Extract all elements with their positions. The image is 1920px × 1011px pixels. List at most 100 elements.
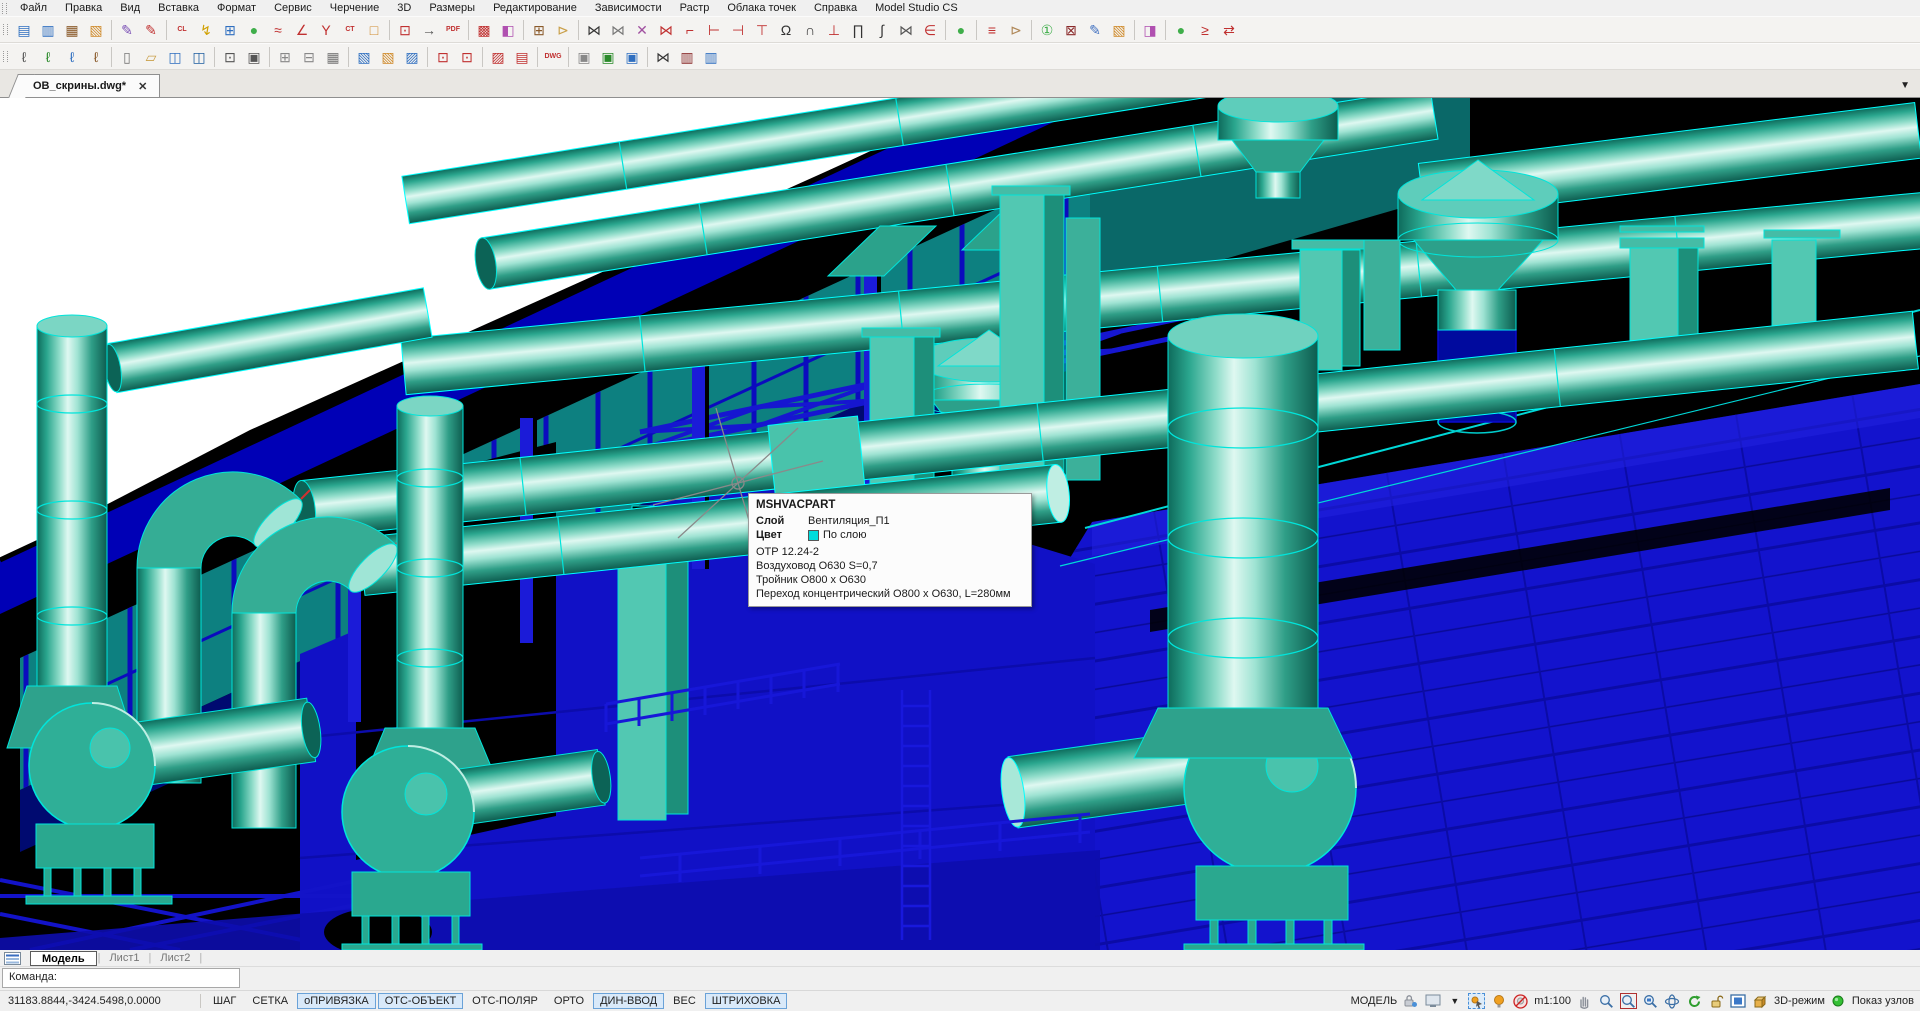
valve-insert-icon[interactable]: ⋈ [654,19,678,41]
save-all-icon[interactable]: ◫ [187,46,211,68]
pencil-blue-icon[interactable]: ✎ [1083,19,1107,41]
menu-item-view[interactable]: Вид [111,0,149,16]
show-nodes-icon[interactable] [1830,993,1847,1009]
image-green-icon[interactable]: ▣ [596,46,620,68]
portal-icon[interactable]: ∏ [846,19,870,41]
layout-tab-лист1[interactable]: Лист1 [101,951,147,966]
toolbar-grip[interactable] [2,3,7,14]
hanger-icon[interactable]: ⊥ [822,19,846,41]
menu-item-edit[interactable]: Правка [56,0,111,16]
xref-icon[interactable]: ⋈ [651,46,675,68]
brush-clear-icon[interactable]: ✎ [139,19,163,41]
menu-item-editing[interactable]: Редактирование [484,0,586,16]
scale-k3-icon[interactable]: ℓ [60,46,84,68]
clean-screen-icon[interactable] [1424,993,1441,1009]
column-m2-icon[interactable]: ▥ [699,46,723,68]
sheet-list-icon[interactable] [4,952,21,965]
copy-icon[interactable]: ⊞ [273,46,297,68]
image-blue-icon[interactable]: ▣ [620,46,644,68]
dn-set-icon[interactable]: ● [949,19,973,41]
tab-overflow-icon[interactable]: ▼ [1900,80,1910,91]
status-dropdown-icon[interactable]: ▼ [1446,993,1463,1009]
space-mode-label[interactable]: МОДЕЛЬ [1351,995,1398,1007]
scale-k2-icon[interactable]: ℓ [36,46,60,68]
arch-duct-icon[interactable]: ∩ [798,19,822,41]
viewport-frame-icon[interactable] [1730,993,1747,1009]
start-icon[interactable]: СТ [338,19,362,41]
palette-grad-icon[interactable]: ◨ [1138,19,1162,41]
tee-left-icon[interactable]: ⊣ [726,19,750,41]
toolbar-grip[interactable] [3,24,8,35]
scale-k4-icon[interactable]: ℓ [84,46,108,68]
level-down-icon[interactable]: ≥ [1193,19,1217,41]
dwg-ref-icon[interactable]: DWG [541,46,565,68]
status-toggle-опривязка[interactable]: оПРИВЯЗКА [297,993,376,1009]
command-input[interactable]: Команда: [2,968,240,988]
dwg-check-icon[interactable]: ▩ [472,19,496,41]
save-file-icon[interactable]: ◫ [163,46,187,68]
new-file-icon[interactable]: ▯ [115,46,139,68]
status-toggle-отс-поляр[interactable]: ОТС-ПОЛЯР [465,993,545,1009]
valve-flanged-icon[interactable]: ⋈ [606,19,630,41]
model-3d-icon[interactable]: ▧ [84,19,108,41]
regen-icon[interactable] [1686,993,1703,1009]
annotation-scale-label[interactable]: m1:100 [1534,995,1571,1007]
column-m1-icon[interactable]: ▥ [675,46,699,68]
mark-1-icon[interactable]: ① [1035,19,1059,41]
document-tab[interactable]: ОВ_скрины.dwg* ✕ [20,74,160,97]
menu-item-insert[interactable]: Вставка [149,0,208,16]
hand-apply-icon[interactable]: ⊳ [1004,19,1028,41]
image-attach-icon[interactable]: ▣ [572,46,596,68]
hatch-icon[interactable]: ▨ [486,46,510,68]
cl-marker-icon[interactable]: CL [170,19,194,41]
status-toggle-сетка[interactable]: СЕТКА [245,993,295,1009]
publish-icon[interactable]: ▣ [242,46,266,68]
scale-k1-icon[interactable]: ℓ [12,46,36,68]
pdf-export-icon[interactable]: PDF [441,19,465,41]
pipe-branch-icon[interactable]: Y [314,19,338,41]
close-icon[interactable]: ✕ [136,80,149,93]
hand-set-icon[interactable]: ⊳ [551,19,575,41]
swap-icon[interactable]: ⇄ [1217,19,1241,41]
zoom-window-icon[interactable] [1620,993,1637,1009]
menu-item-service[interactable]: Сервис [265,0,321,16]
toolbar-grip[interactable] [3,51,8,62]
view-red2-icon[interactable]: ⊡ [455,46,479,68]
show-nodes-label[interactable]: Показ узлов [1852,995,1914,1007]
bowtie-icon[interactable]: ⋈ [894,19,918,41]
menu-item-file[interactable]: Файл [11,0,56,16]
status-toggle-дин-ввод[interactable]: ДИН-ВВОД [593,993,664,1009]
box-copy-icon[interactable]: ▨ [400,46,424,68]
drawing-viewport[interactable]: MSHVACPART СлойВентиляция_П1ЦветПо слою … [0,98,1920,950]
branch-in-icon[interactable]: ∈ [918,19,942,41]
box-3d-icon[interactable] [1752,993,1769,1009]
valve-box-icon[interactable]: ⊠ [1059,19,1083,41]
view-red-icon[interactable]: ⊡ [431,46,455,68]
valve-cut-icon[interactable]: ✕ [630,19,654,41]
selection-cycling-icon[interactable] [1468,993,1485,1009]
status-toggle-штриховка[interactable]: ШТРИХОВКА [705,993,788,1009]
box-3d-icon[interactable]: ▧ [376,46,400,68]
open-file-icon[interactable]: ▱ [139,46,163,68]
valve-icon[interactable]: ⋈ [582,19,606,41]
monitor-frame-icon[interactable]: ⊡ [393,19,417,41]
menu-item-constraints[interactable]: Зависимости [586,0,671,16]
axes-table-icon[interactable]: ⊞ [527,19,551,41]
elbow-icon[interactable]: ⌐ [678,19,702,41]
lamp-off-icon[interactable] [1512,993,1529,1009]
loop-icon[interactable]: Ω [774,19,798,41]
menu-item-format[interactable]: Формат [208,0,265,16]
paste-icon[interactable]: ⊟ [297,46,321,68]
mode-3d-label[interactable]: 3D-режим [1774,995,1825,1007]
object-props-icon[interactable]: ▤ [12,19,36,41]
fitting-line-icon[interactable]: ≡ [980,19,1004,41]
dn-green-icon[interactable]: ● [1169,19,1193,41]
zoom-object-icon[interactable] [1642,993,1659,1009]
hatch2-icon[interactable]: ▤ [510,46,534,68]
layout-tab-лист2[interactable]: Лист2 [152,951,198,966]
palette-icon[interactable]: ◧ [496,19,520,41]
box-blue-icon[interactable]: ▧ [352,46,376,68]
grid-axes-icon[interactable]: ⊞ [218,19,242,41]
lightning-icon[interactable]: ↯ [194,19,218,41]
menu-item-draw[interactable]: Черчение [321,0,389,16]
